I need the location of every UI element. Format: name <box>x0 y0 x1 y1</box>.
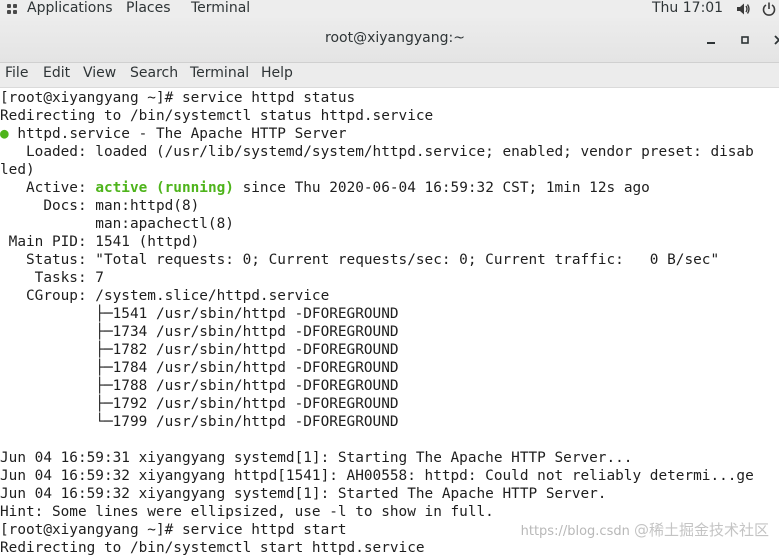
window-title-bar[interactable]: root@xiyangyang:~ <box>0 18 779 63</box>
terminal-line: Jun 04 16:59:32 xiyangyang httpd[1541]: … <box>0 468 754 484</box>
menu-file[interactable]: File <box>5 65 28 81</box>
menu-edit[interactable]: Edit <box>43 65 70 81</box>
terminal-line: Jun 04 16:59:32 xiyangyang systemd[1]: S… <box>0 486 607 502</box>
watermark-brand: @稀土掘金技术社区 <box>633 521 769 539</box>
terminal-line: ├─1782 /usr/sbin/httpd -DFOREGROUND <box>0 342 399 358</box>
menu-search[interactable]: Search <box>130 65 178 81</box>
terminal-line: ├─1784 /usr/sbin/httpd -DFOREGROUND <box>0 360 399 376</box>
terminal-line: Redirecting to /bin/systemctl status htt… <box>0 108 434 124</box>
minimize-icon[interactable] <box>703 32 719 48</box>
terminal-line: [root@xiyangyang ~]# service httpd start <box>0 522 347 538</box>
terminal-line: Hint: Some lines were ellipsized, use -l… <box>0 504 494 520</box>
applications-menu[interactable]: Applications <box>27 0 113 17</box>
terminal-line: ● httpd.service - The Apache HTTP Server <box>0 125 347 143</box>
gnome-top-bar: Applications Places Terminal Thu 17:01 <box>0 0 779 18</box>
terminal-line: ├─1792 /usr/sbin/httpd -DFOREGROUND <box>0 396 399 412</box>
terminal-output[interactable]: [root@xiyangyang ~]# service httpd statu… <box>0 88 779 558</box>
terminal-line: Docs: man:httpd(8) <box>0 198 200 214</box>
terminal-menu-bar: File Edit View Search Terminal Help <box>0 63 779 88</box>
terminal-line: ├─1788 /usr/sbin/httpd -DFOREGROUND <box>0 378 399 394</box>
terminal-line: [root@xiyangyang ~]# service httpd statu… <box>0 90 356 106</box>
window-title: root@xiyangyang:~ <box>325 30 465 46</box>
watermark-url: https://blog.csdn <box>520 524 630 539</box>
applications-icon[interactable] <box>6 3 18 15</box>
maximize-icon[interactable] <box>737 32 753 48</box>
menu-help[interactable]: Help <box>261 65 293 81</box>
menu-terminal[interactable]: Terminal <box>190 65 249 81</box>
terminal-text: Active: <box>0 180 96 196</box>
terminal-line: Status: "Total requests: 0; Current requ… <box>0 252 720 268</box>
terminal-text: httpd.service - The Apache HTTP Server <box>8 126 347 142</box>
terminal-line: └─1799 /usr/sbin/httpd -DFOREGROUND <box>0 414 399 430</box>
volume-icon[interactable] <box>735 1 751 17</box>
clock[interactable]: Thu 17:01 <box>652 0 723 17</box>
terminal-app-menu[interactable]: Terminal <box>191 0 250 17</box>
terminal-line: Jun 04 16:59:31 xiyangyang systemd[1]: S… <box>0 450 633 466</box>
terminal-text: since Thu 2020-06-04 16:59:32 CST; 1min … <box>233 180 650 196</box>
terminal-line: Redirecting to /bin/systemctl start http… <box>0 540 425 556</box>
terminal-line: Tasks: 7 <box>0 270 104 286</box>
watermark: https://blog.csdn @稀土掘金技术社区 <box>521 519 769 540</box>
active-status-text: active (running) <box>95 180 234 196</box>
places-menu[interactable]: Places <box>126 0 171 17</box>
close-icon[interactable] <box>771 32 779 48</box>
terminal-line: Loaded: loaded (/usr/lib/systemd/system/… <box>0 144 754 160</box>
terminal-line: ├─1541 /usr/sbin/httpd -DFOREGROUND <box>0 306 399 322</box>
terminal-line: Main PID: 1541 (httpd) <box>0 234 200 250</box>
menu-view[interactable]: View <box>83 65 116 81</box>
terminal-line: Active: active (running) since Thu 2020-… <box>0 179 650 197</box>
terminal-line: ├─1734 /usr/sbin/httpd -DFOREGROUND <box>0 324 399 340</box>
power-icon[interactable] <box>761 1 777 17</box>
terminal-line: man:apachectl(8) <box>0 216 234 232</box>
status-dot-icon: ● <box>0 126 9 142</box>
terminal-line: led) <box>0 162 35 178</box>
terminal-line: CGroup: /system.slice/httpd.service <box>0 288 330 304</box>
